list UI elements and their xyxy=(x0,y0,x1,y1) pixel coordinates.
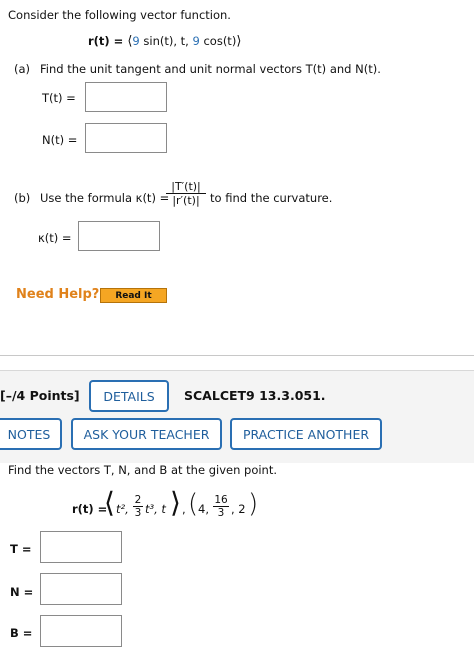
point-close-paren: ) xyxy=(248,489,259,519)
point-comp3: , 2 xyxy=(231,502,246,516)
part-b-text-pre: Use the formula κ(t) = xyxy=(40,191,170,205)
N-label: N(t) = xyxy=(42,133,78,147)
right-angle-bracket: ⟩ xyxy=(170,486,181,519)
r2-frac-den: 3 xyxy=(134,507,142,519)
B2-answer-input[interactable] xyxy=(40,615,122,647)
point-comp1: 4, xyxy=(198,502,209,516)
ask-teacher-button[interactable]: ASK YOUR TEACHER xyxy=(71,418,222,450)
left-angle-bracket: ⟨ xyxy=(104,486,115,519)
point-frac-num: 16 xyxy=(214,494,228,506)
T-label: T(t) = xyxy=(42,91,76,105)
N2-label: N = xyxy=(10,585,34,599)
r2-comp1: t², xyxy=(116,502,129,516)
question-intro: Consider the following vector function. xyxy=(8,8,231,22)
N2-answer-input[interactable] xyxy=(40,573,122,605)
read-it-button[interactable]: Read It xyxy=(100,288,167,303)
r-func-mid: sin(t), t, xyxy=(139,34,193,48)
r2-fraction: 2 3 xyxy=(133,494,143,519)
notes-button[interactable]: NOTES xyxy=(0,418,62,450)
T2-answer-input[interactable] xyxy=(40,531,122,563)
curvature-formula: |T′(t)| |r′(t)| xyxy=(166,180,206,207)
r2-label-text: r(t) = xyxy=(72,502,108,516)
question-2-prompt: Find the vectors T, N, and B at the give… xyxy=(8,463,277,477)
practice-another-button[interactable]: PRACTICE ANOTHER xyxy=(230,418,382,450)
point-frac-den: 3 xyxy=(217,507,225,519)
question-1-section xyxy=(0,0,474,356)
part-b-text-post: to find the curvature. xyxy=(210,191,333,205)
part-a-label: (a) xyxy=(14,62,31,76)
point-open-paren: ( xyxy=(188,489,199,519)
details-button[interactable]: DETAILS xyxy=(89,380,169,412)
r2-frac-num: 2 xyxy=(134,494,142,506)
T-answer-input[interactable] xyxy=(85,82,167,112)
part-a-text: Find the unit tangent and unit normal ve… xyxy=(40,62,381,76)
formula-denominator: |r′(t)| xyxy=(172,194,200,207)
kappa-answer-input[interactable] xyxy=(78,221,160,251)
r2-comp2: t³, t xyxy=(145,502,166,516)
r-func-num: 9 xyxy=(132,34,140,48)
problem-code: SCALCET9 13.3.051. xyxy=(184,388,326,403)
r-func-num2: 9 xyxy=(192,34,200,48)
points-label: [–/4 Points] xyxy=(0,388,80,403)
r-func-end: cos(t) xyxy=(199,34,237,48)
kappa-label: κ(t) = xyxy=(38,231,72,245)
T2-label: T = xyxy=(10,542,32,556)
formula-numerator: |T′(t)| xyxy=(171,180,201,193)
need-help-label: Need Help? xyxy=(16,287,100,302)
N-answer-input[interactable] xyxy=(85,123,167,153)
vector-function: r(t) = ⟨9 sin(t), t, 9 cos(t)⟩ xyxy=(88,34,242,49)
r2-label: r(t) = xyxy=(72,502,107,516)
point-fraction: 16 3 xyxy=(213,494,229,519)
r-func-left: r(t) = xyxy=(88,34,128,48)
B2-label: B = xyxy=(10,626,33,640)
part-b-label: (b) xyxy=(14,191,31,205)
